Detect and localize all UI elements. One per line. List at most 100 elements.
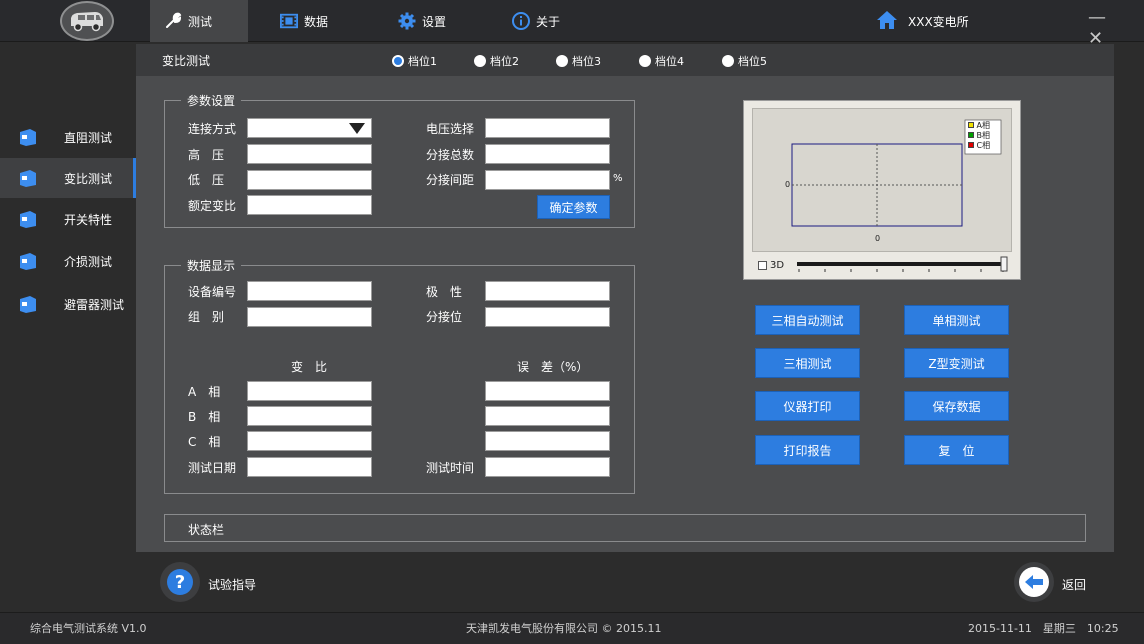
sidebar-item-switch[interactable]: 开关特性 [0, 199, 136, 239]
device-no-field[interactable] [247, 281, 372, 301]
sidebar-item-resistance[interactable]: 直阻测试 [0, 117, 136, 157]
z-type-test-button[interactable]: Z型变测试 [904, 348, 1009, 378]
device-icon [20, 296, 36, 313]
rated-ratio-label: 额定变比 [188, 199, 237, 213]
checkbox-label: 3D [770, 260, 785, 271]
radio-dot [639, 55, 651, 67]
wrench-icon [164, 12, 182, 30]
polarity-label: 极 性 [426, 285, 463, 299]
phase-c-error-field[interactable] [485, 431, 610, 451]
back-button[interactable] [1014, 562, 1054, 602]
3d-checkbox[interactable]: 3D [758, 260, 784, 271]
device-icon [20, 129, 36, 146]
tab-about[interactable]: 关于 [498, 0, 574, 42]
slider-track [797, 262, 1005, 266]
percent-unit: % [613, 173, 623, 184]
window-controls[interactable]: — ✕ [1088, 7, 1144, 49]
three-phase-auto-test-button[interactable]: 三相自动测试 [755, 305, 860, 335]
print-report-button[interactable]: 打印报告 [755, 435, 860, 465]
station-info: XXX变电所 [876, 0, 969, 42]
page-title: 变比测试 [162, 54, 211, 68]
legend-c-label: C相 [976, 141, 991, 150]
status-bar [164, 514, 1086, 542]
confirm-params-button[interactable]: 确定参数 [537, 195, 610, 219]
slider-ticks [798, 269, 1004, 272]
radio-label: 档位4 [655, 55, 684, 68]
low-voltage-label: 低 压 [188, 173, 225, 187]
radio-dot [474, 55, 486, 67]
phase-b-error-field[interactable] [485, 406, 610, 426]
checkbox-box [758, 261, 767, 270]
three-phase-test-button[interactable]: 三相测试 [755, 348, 860, 378]
gear-radio-5[interactable]: 档位5 [722, 53, 767, 69]
tab-data[interactable]: 数据 [266, 0, 342, 42]
phase-a-error-field[interactable] [485, 381, 610, 401]
phase-c-label: C 相 [188, 435, 221, 449]
phase-b-ratio-field[interactable] [247, 406, 372, 426]
tap-spacing-field[interactable] [485, 170, 610, 190]
tab-label: 设置 [422, 14, 447, 29]
device-icon [20, 170, 36, 187]
radio-label: 档位3 [572, 55, 601, 68]
save-data-button[interactable]: 保存数据 [904, 391, 1009, 421]
tab-settings[interactable]: 设置 [384, 0, 460, 42]
reset-button[interactable]: 复 位 [904, 435, 1009, 465]
sidebar-item-ratio[interactable]: 变比测试 [0, 158, 136, 198]
high-voltage-field[interactable] [247, 144, 372, 164]
legend-swatch-a [968, 122, 974, 128]
connection-label: 连接方式 [188, 122, 237, 136]
radio-dot [556, 55, 568, 67]
chart-slider[interactable] [795, 256, 1011, 276]
connection-select[interactable] [247, 118, 372, 138]
tap-position-label: 分接位 [426, 310, 463, 324]
radio-label: 档位2 [490, 55, 519, 68]
back-label[interactable]: 返回 [1062, 576, 1086, 593]
polarity-field[interactable] [485, 281, 610, 301]
group-label: 组 别 [188, 310, 225, 324]
instrument-print-button[interactable]: 仪器打印 [755, 391, 860, 421]
gear-bar [136, 44, 1114, 76]
sidebar-item-arrester[interactable]: 避雷器测试 [0, 284, 136, 324]
home-icon [876, 10, 898, 33]
guide-label[interactable]: 试验指导 [208, 576, 256, 593]
total-taps-field[interactable] [485, 144, 610, 164]
group-field[interactable] [247, 307, 372, 327]
tab-label: 关于 [536, 14, 561, 29]
radio-label: 档位5 [738, 55, 767, 68]
y-tick-label: 0 [785, 180, 791, 189]
voltage-select-field[interactable] [485, 118, 610, 138]
legend-b-label: B相 [976, 131, 991, 140]
info-icon [512, 12, 530, 30]
low-voltage-field[interactable] [247, 170, 372, 190]
total-taps-label: 分接总数 [426, 148, 475, 162]
single-phase-test-button[interactable]: 单相测试 [904, 305, 1009, 335]
params-legend: 参数设置 [187, 94, 236, 108]
gear-radio-1[interactable]: 档位1 [392, 53, 437, 69]
test-time-field[interactable] [485, 457, 610, 477]
ratio-column-header: 变 比 [291, 360, 328, 374]
phase-a-ratio-field[interactable] [247, 381, 372, 401]
sidebar-item-label: 介损测试 [64, 254, 113, 269]
phase-b-label: B 相 [188, 410, 221, 424]
gear-radio-4[interactable]: 档位4 [639, 53, 684, 69]
sidebar-item-label: 开关特性 [64, 212, 113, 227]
copyright: 天津凯发电气股份有限公司 © 2015.11 [466, 622, 662, 635]
tab-test[interactable]: 测试 [150, 0, 248, 42]
phase-c-ratio-field[interactable] [247, 431, 372, 451]
radio-dot [392, 55, 404, 67]
gear-radio-2[interactable]: 档位2 [474, 53, 519, 69]
data-display-legend: 数据显示 [187, 259, 236, 273]
device-no-label: 设备编号 [188, 285, 237, 299]
x-tick-label: 0 [875, 234, 881, 243]
tap-position-field[interactable] [485, 307, 610, 327]
sidebar-item-label: 直阻测试 [64, 130, 113, 145]
device-icon [20, 253, 36, 270]
test-date-field[interactable] [247, 457, 372, 477]
status-bar-label: 状态栏 [188, 523, 225, 537]
triangle-down-icon [349, 123, 365, 134]
slider-thumb[interactable] [1000, 256, 1008, 272]
guide-button[interactable]: ? [160, 562, 200, 602]
gear-radio-3[interactable]: 档位3 [556, 53, 601, 69]
rated-ratio-field[interactable] [247, 195, 372, 215]
sidebar-item-dielectric[interactable]: 介损测试 [0, 241, 136, 281]
